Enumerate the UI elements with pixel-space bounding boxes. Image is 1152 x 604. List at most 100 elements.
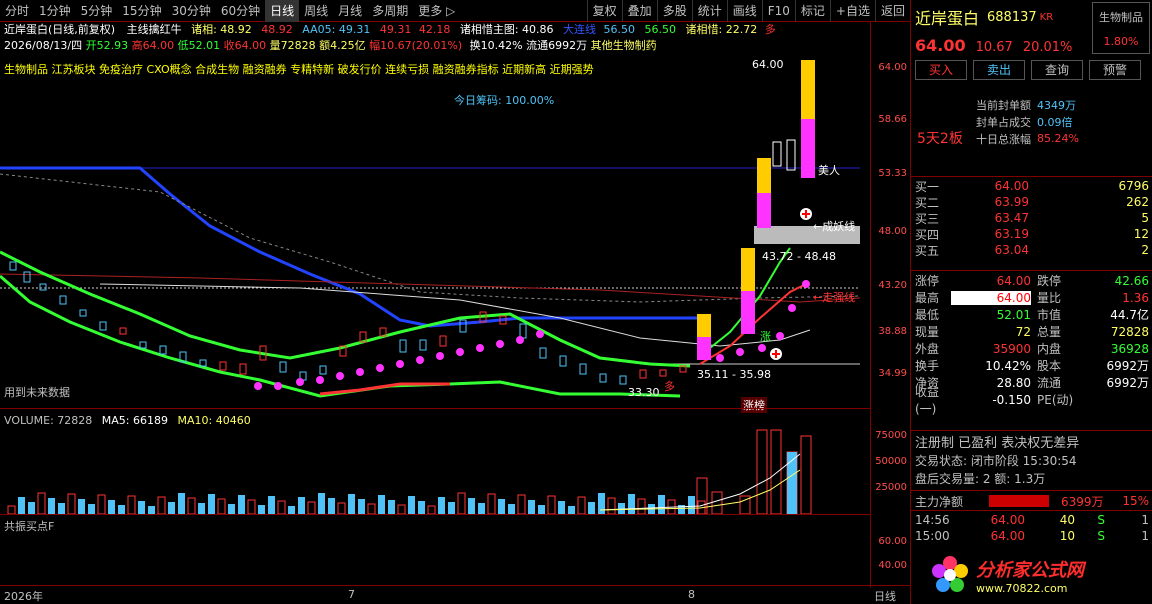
- period-tab-2[interactable]: 5分钟: [76, 0, 118, 22]
- volume-bar: [138, 501, 145, 514]
- volume-bar: [787, 452, 797, 514]
- ma-line-blue: [0, 166, 700, 328]
- candle: [139, 341, 147, 349]
- volume-bar: [577, 496, 586, 515]
- order-level: 买四: [915, 227, 940, 242]
- signal-dot: [396, 360, 404, 368]
- tick-count: 1: [1141, 513, 1149, 527]
- logo: 分析家公式网 www.70822.com: [930, 548, 1148, 602]
- volume-bar: [148, 506, 155, 514]
- divider: [911, 270, 1152, 271]
- order-volume: 5: [1141, 211, 1149, 225]
- signal-dot: [274, 382, 282, 390]
- toolbar-action-5[interactable]: F10: [761, 0, 795, 22]
- order-level: 买二: [915, 195, 940, 210]
- stat-value: 28.80: [996, 375, 1031, 390]
- volume-bar: [328, 498, 335, 514]
- query-button[interactable]: 查询: [1031, 60, 1083, 80]
- sell-button[interactable]: 卖出: [973, 60, 1025, 80]
- indicator-val-0: 诸相: 48.92: [191, 23, 252, 36]
- volume-bar: [198, 503, 205, 514]
- toolbar-action-4[interactable]: 画线: [726, 0, 762, 22]
- stat-key: 外盘: [915, 342, 940, 356]
- period-tab-1[interactable]: 1分钟: [34, 0, 76, 22]
- toolbar-action-8[interactable]: 返回: [874, 0, 910, 22]
- toolbar-action-2[interactable]: 多股: [656, 0, 692, 22]
- logo-name: 分析家公式网: [976, 559, 1084, 581]
- volume-bar: [48, 498, 55, 514]
- buy-button[interactable]: 买入: [915, 60, 967, 80]
- signal-dot: [788, 304, 796, 312]
- period-tab-3[interactable]: 15分钟: [117, 0, 166, 22]
- volume-bar: [367, 503, 376, 515]
- period-tab-8[interactable]: 月线: [333, 0, 367, 22]
- period-tab-4[interactable]: 30分钟: [167, 0, 216, 22]
- peak-price-label: 64.00: [752, 58, 784, 71]
- indicator-name[interactable]: 主线擒红牛: [127, 23, 182, 36]
- stat-key-2: 流通: [1037, 376, 1062, 390]
- price-axis-label: 48.00: [878, 226, 907, 237]
- candle: [519, 323, 527, 339]
- candle: [599, 373, 607, 383]
- stat-key-2: PE(动): [1037, 393, 1074, 407]
- toolbar-action-1[interactable]: 叠加: [621, 0, 657, 22]
- stat-key-2: 量比: [1037, 291, 1062, 305]
- order-price: 63.47: [994, 211, 1029, 225]
- volume-bar: [756, 429, 768, 515]
- period-tab-6[interactable]: 日线: [265, 0, 300, 22]
- volume-bar: [97, 494, 106, 515]
- toolbar-action-3[interactable]: 统计: [691, 0, 727, 22]
- volume-bar: [28, 502, 35, 514]
- volume-bar: [217, 498, 226, 515]
- volume-bar: [268, 496, 275, 514]
- tick-side: S: [1097, 513, 1105, 527]
- today-chip-label: 今日筹码: 100.00%: [454, 94, 555, 107]
- period-tab-10[interactable]: 更多 ▷: [413, 0, 460, 22]
- toolbar-action-6[interactable]: 标记: [794, 0, 830, 22]
- after-hours-line: 盘后交易量: 2 额: 1.3万: [915, 472, 1046, 486]
- order-price: 63.19: [994, 227, 1029, 241]
- alert-button[interactable]: 预警: [1089, 60, 1141, 80]
- volume-bar: [528, 500, 535, 514]
- stat-value: 64.00: [951, 290, 1031, 305]
- period-tab-7[interactable]: 周线: [299, 0, 333, 22]
- volume-bar: [157, 496, 166, 515]
- order-row: 买五 63.04 2: [911, 242, 1152, 258]
- level-label-1: 43.72 - 48.48: [762, 250, 836, 263]
- limit-up-streak: 5天2板: [917, 131, 963, 147]
- period-tab-0[interactable]: 分时: [0, 0, 34, 22]
- stat-value-2: 44.7亿: [1110, 308, 1149, 322]
- indicator-val-10: 多: [764, 23, 776, 36]
- stat-key-2: 股本: [1037, 359, 1062, 373]
- period-tab-5[interactable]: 60分钟: [216, 0, 265, 22]
- period-tabs: 分时 1分钟 5分钟 15分钟 30分钟 60分钟 日线 周线 月线 多周期 更多 ▷: [0, 0, 460, 22]
- price-axis-label: 64.00: [878, 62, 907, 73]
- volume-bar: [18, 497, 25, 514]
- order-row: 买三 63.47 5: [911, 210, 1152, 226]
- order-price: 63.04: [994, 243, 1029, 257]
- toolbar-action-7[interactable]: +自选: [829, 0, 875, 22]
- signal-dot: [776, 332, 784, 340]
- demon-line-label: ←成妖线: [813, 220, 856, 233]
- indicator-val-5: 诸相惜主图: 40.86: [459, 23, 554, 36]
- sector-box[interactable]: 生物制品 1.80%: [1092, 2, 1150, 54]
- volume-bar: [478, 503, 485, 514]
- price-change: 10.67: [975, 40, 1013, 55]
- volume-bar: [178, 493, 185, 514]
- tick-volume: 10: [1059, 529, 1075, 543]
- volume-bar: [568, 506, 575, 514]
- stat-value-2: 36928: [1110, 341, 1149, 356]
- toolbar-action-0[interactable]: 复权: [586, 0, 622, 22]
- kr-badge: KR: [1039, 11, 1054, 23]
- period-tab-9[interactable]: 多周期: [367, 0, 413, 22]
- volume-bar: [438, 497, 445, 514]
- seal-key: 当前封单额: [976, 98, 1031, 112]
- candle: [319, 365, 327, 375]
- seal-row: 当前封单额 4349万: [915, 96, 1151, 113]
- kline-chart-area: 近岸蛋白(日线,前复权) 主线擒红牛 诸相: 48.92 48.92 AA05:…: [0, 22, 910, 604]
- stock-title: 近岸蛋白(日线,前复权): [4, 23, 116, 36]
- volume-bar: [628, 494, 635, 514]
- volume-bar: [258, 505, 265, 514]
- volume-bar: [448, 502, 455, 514]
- zhangbang-badge: 涨榜: [741, 397, 767, 413]
